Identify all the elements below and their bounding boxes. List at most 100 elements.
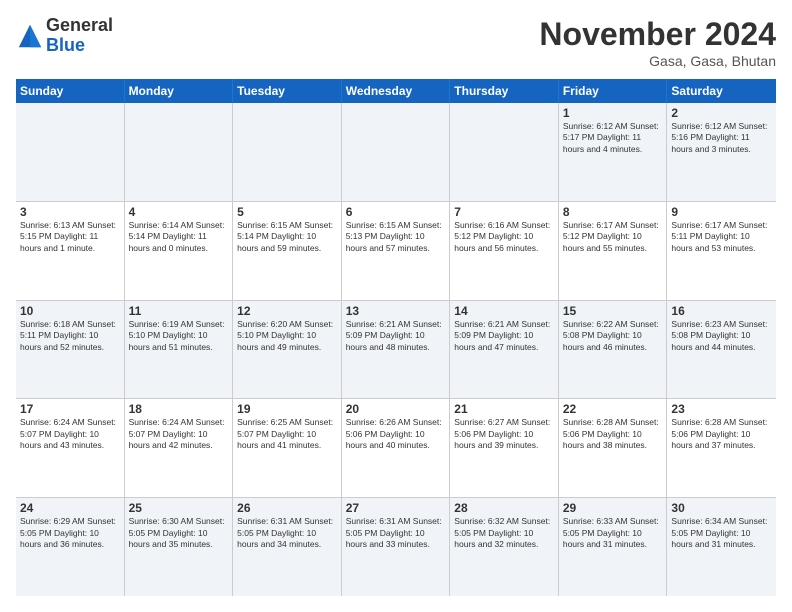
day-number: 3 (20, 205, 120, 219)
day-number: 26 (237, 501, 337, 515)
cell-info: Sunrise: 6:22 AM Sunset: 5:08 PM Dayligh… (563, 319, 663, 353)
cell-info: Sunrise: 6:18 AM Sunset: 5:11 PM Dayligh… (20, 319, 120, 353)
cell-info: Sunrise: 6:17 AM Sunset: 5:11 PM Dayligh… (671, 220, 772, 254)
calendar-cell (125, 103, 234, 201)
calendar-cell: 30Sunrise: 6:34 AM Sunset: 5:05 PM Dayli… (667, 498, 776, 596)
day-number: 13 (346, 304, 446, 318)
day-number: 12 (237, 304, 337, 318)
calendar-cell: 25Sunrise: 6:30 AM Sunset: 5:05 PM Dayli… (125, 498, 234, 596)
calendar-cell: 27Sunrise: 6:31 AM Sunset: 5:05 PM Dayli… (342, 498, 451, 596)
calendar-row: 1Sunrise: 6:12 AM Sunset: 5:17 PM Daylig… (16, 103, 776, 202)
day-number: 2 (671, 106, 772, 120)
cell-info: Sunrise: 6:12 AM Sunset: 5:16 PM Dayligh… (671, 121, 772, 155)
calendar-cell: 26Sunrise: 6:31 AM Sunset: 5:05 PM Dayli… (233, 498, 342, 596)
calendar-cell: 4Sunrise: 6:14 AM Sunset: 5:14 PM Daylig… (125, 202, 234, 300)
day-number: 24 (20, 501, 120, 515)
cell-info: Sunrise: 6:32 AM Sunset: 5:05 PM Dayligh… (454, 516, 554, 550)
day-number: 5 (237, 205, 337, 219)
day-number: 23 (671, 402, 772, 416)
cell-info: Sunrise: 6:33 AM Sunset: 5:05 PM Dayligh… (563, 516, 663, 550)
cell-info: Sunrise: 6:14 AM Sunset: 5:14 PM Dayligh… (129, 220, 229, 254)
day-number: 21 (454, 402, 554, 416)
cell-info: Sunrise: 6:25 AM Sunset: 5:07 PM Dayligh… (237, 417, 337, 451)
cell-info: Sunrise: 6:28 AM Sunset: 5:06 PM Dayligh… (671, 417, 772, 451)
calendar-cell: 14Sunrise: 6:21 AM Sunset: 5:09 PM Dayli… (450, 301, 559, 399)
calendar-cell: 19Sunrise: 6:25 AM Sunset: 5:07 PM Dayli… (233, 399, 342, 497)
header-day-friday: Friday (559, 79, 668, 103)
logo-icon (16, 22, 44, 50)
cell-info: Sunrise: 6:34 AM Sunset: 5:05 PM Dayligh… (671, 516, 772, 550)
header-day-thursday: Thursday (450, 79, 559, 103)
calendar-row: 3Sunrise: 6:13 AM Sunset: 5:15 PM Daylig… (16, 202, 776, 301)
calendar-body: 1Sunrise: 6:12 AM Sunset: 5:17 PM Daylig… (16, 103, 776, 596)
calendar-cell: 5Sunrise: 6:15 AM Sunset: 5:14 PM Daylig… (233, 202, 342, 300)
calendar-row: 10Sunrise: 6:18 AM Sunset: 5:11 PM Dayli… (16, 301, 776, 400)
calendar-cell: 18Sunrise: 6:24 AM Sunset: 5:07 PM Dayli… (125, 399, 234, 497)
day-number: 1 (563, 106, 663, 120)
logo: General Blue (16, 16, 113, 56)
calendar-cell: 1Sunrise: 6:12 AM Sunset: 5:17 PM Daylig… (559, 103, 668, 201)
day-number: 16 (671, 304, 772, 318)
calendar-cell: 11Sunrise: 6:19 AM Sunset: 5:10 PM Dayli… (125, 301, 234, 399)
day-number: 18 (129, 402, 229, 416)
day-number: 22 (563, 402, 663, 416)
cell-info: Sunrise: 6:15 AM Sunset: 5:13 PM Dayligh… (346, 220, 446, 254)
calendar-cell (450, 103, 559, 201)
calendar-cell: 20Sunrise: 6:26 AM Sunset: 5:06 PM Dayli… (342, 399, 451, 497)
calendar-cell: 8Sunrise: 6:17 AM Sunset: 5:12 PM Daylig… (559, 202, 668, 300)
calendar-cell: 3Sunrise: 6:13 AM Sunset: 5:15 PM Daylig… (16, 202, 125, 300)
calendar-cell: 29Sunrise: 6:33 AM Sunset: 5:05 PM Dayli… (559, 498, 668, 596)
title-section: November 2024 Gasa, Gasa, Bhutan (539, 16, 776, 69)
cell-info: Sunrise: 6:13 AM Sunset: 5:15 PM Dayligh… (20, 220, 120, 254)
header: General Blue November 2024 Gasa, Gasa, B… (16, 16, 776, 69)
day-number: 20 (346, 402, 446, 416)
day-number: 6 (346, 205, 446, 219)
day-number: 28 (454, 501, 554, 515)
cell-info: Sunrise: 6:29 AM Sunset: 5:05 PM Dayligh… (20, 516, 120, 550)
calendar-cell (16, 103, 125, 201)
calendar-row: 17Sunrise: 6:24 AM Sunset: 5:07 PM Dayli… (16, 399, 776, 498)
calendar-cell: 9Sunrise: 6:17 AM Sunset: 5:11 PM Daylig… (667, 202, 776, 300)
calendar-cell: 17Sunrise: 6:24 AM Sunset: 5:07 PM Dayli… (16, 399, 125, 497)
cell-info: Sunrise: 6:23 AM Sunset: 5:08 PM Dayligh… (671, 319, 772, 353)
logo-text: General Blue (46, 16, 113, 56)
day-number: 27 (346, 501, 446, 515)
month-title: November 2024 (539, 16, 776, 53)
calendar-cell: 24Sunrise: 6:29 AM Sunset: 5:05 PM Dayli… (16, 498, 125, 596)
cell-info: Sunrise: 6:15 AM Sunset: 5:14 PM Dayligh… (237, 220, 337, 254)
calendar-header: SundayMondayTuesdayWednesdayThursdayFrid… (16, 79, 776, 103)
day-number: 10 (20, 304, 120, 318)
day-number: 8 (563, 205, 663, 219)
cell-info: Sunrise: 6:30 AM Sunset: 5:05 PM Dayligh… (129, 516, 229, 550)
day-number: 7 (454, 205, 554, 219)
calendar-cell: 13Sunrise: 6:21 AM Sunset: 5:09 PM Dayli… (342, 301, 451, 399)
calendar-cell: 2Sunrise: 6:12 AM Sunset: 5:16 PM Daylig… (667, 103, 776, 201)
logo-general-text: General (46, 16, 113, 36)
calendar-cell: 16Sunrise: 6:23 AM Sunset: 5:08 PM Dayli… (667, 301, 776, 399)
calendar-cell: 7Sunrise: 6:16 AM Sunset: 5:12 PM Daylig… (450, 202, 559, 300)
cell-info: Sunrise: 6:19 AM Sunset: 5:10 PM Dayligh… (129, 319, 229, 353)
logo-blue-text: Blue (46, 36, 113, 56)
cell-info: Sunrise: 6:21 AM Sunset: 5:09 PM Dayligh… (346, 319, 446, 353)
day-number: 4 (129, 205, 229, 219)
page: General Blue November 2024 Gasa, Gasa, B… (0, 0, 792, 612)
cell-info: Sunrise: 6:31 AM Sunset: 5:05 PM Dayligh… (346, 516, 446, 550)
cell-info: Sunrise: 6:24 AM Sunset: 5:07 PM Dayligh… (20, 417, 120, 451)
day-number: 19 (237, 402, 337, 416)
calendar-cell: 22Sunrise: 6:28 AM Sunset: 5:06 PM Dayli… (559, 399, 668, 497)
header-day-saturday: Saturday (667, 79, 776, 103)
day-number: 14 (454, 304, 554, 318)
calendar-row: 24Sunrise: 6:29 AM Sunset: 5:05 PM Dayli… (16, 498, 776, 596)
cell-info: Sunrise: 6:20 AM Sunset: 5:10 PM Dayligh… (237, 319, 337, 353)
cell-info: Sunrise: 6:31 AM Sunset: 5:05 PM Dayligh… (237, 516, 337, 550)
calendar: SundayMondayTuesdayWednesdayThursdayFrid… (16, 79, 776, 596)
cell-info: Sunrise: 6:17 AM Sunset: 5:12 PM Dayligh… (563, 220, 663, 254)
header-day-monday: Monday (125, 79, 234, 103)
day-number: 9 (671, 205, 772, 219)
day-number: 17 (20, 402, 120, 416)
day-number: 15 (563, 304, 663, 318)
calendar-cell: 12Sunrise: 6:20 AM Sunset: 5:10 PM Dayli… (233, 301, 342, 399)
calendar-cell: 28Sunrise: 6:32 AM Sunset: 5:05 PM Dayli… (450, 498, 559, 596)
day-number: 11 (129, 304, 229, 318)
cell-info: Sunrise: 6:27 AM Sunset: 5:06 PM Dayligh… (454, 417, 554, 451)
